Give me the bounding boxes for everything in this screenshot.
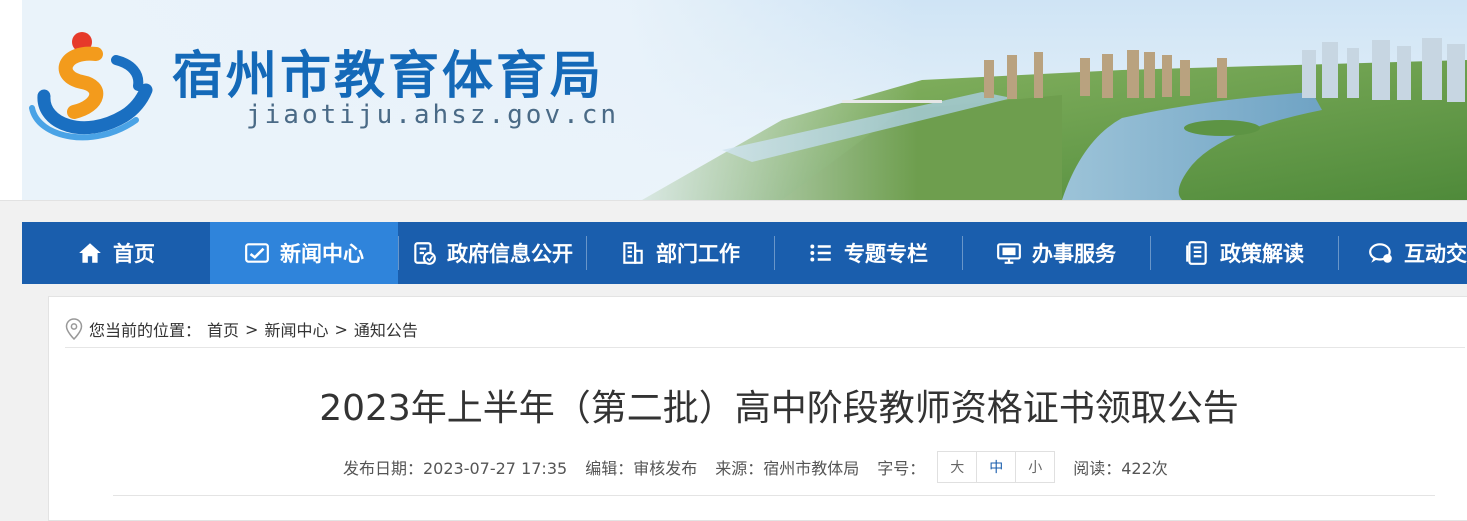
- breadcrumb-separator: >: [245, 319, 259, 339]
- site-title: 宿州市教育体育局: [172, 47, 605, 106]
- chat-icon: [1369, 243, 1392, 263]
- breadcrumb-prefix: 您当前的位置：: [89, 321, 202, 340]
- page-edge: [0, 0, 22, 200]
- nav-item-label: 专题专栏: [844, 242, 928, 266]
- banner-gap: [0, 200, 1467, 222]
- nav-item-label: 新闻中心: [280, 242, 364, 266]
- main-nav: 首页 新闻中心 政府信息公开 部门工作 专题专栏 办事服务 政策解读 互动交: [22, 222, 1467, 284]
- font-size-small[interactable]: 小: [1015, 452, 1054, 482]
- publish-date: 发布日期：2023-07-27 17:35: [343, 459, 568, 478]
- gov-info-icon: [414, 242, 436, 265]
- document-icon: [1186, 241, 1207, 265]
- monitor-icon: [997, 243, 1021, 264]
- article-panel: 您当前的位置： 首页 > 新闻中心 > 通知公告 2023年上半年（第二批）高中…: [48, 296, 1467, 521]
- breadcrumb-separator: >: [334, 319, 348, 339]
- breadcrumb-notices[interactable]: 通知公告: [354, 317, 418, 341]
- bureau-logo: [29, 32, 153, 141]
- nav-item-department[interactable]: 部门工作: [586, 222, 774, 284]
- font-size-switcher: 大 中 小: [937, 451, 1056, 483]
- breadcrumb-home[interactable]: 首页: [207, 317, 239, 341]
- font-size-large[interactable]: 大: [938, 452, 976, 482]
- nav-item-label: 互动交: [1404, 242, 1467, 266]
- nav-item-label: 办事服务: [1032, 242, 1116, 266]
- nav-item-home[interactable]: 首页: [22, 222, 210, 284]
- nav-item-services[interactable]: 办事服务: [962, 222, 1150, 284]
- news-icon: [245, 243, 269, 263]
- font-size-medium[interactable]: 中: [976, 452, 1015, 482]
- read-count: 阅读：422次: [1073, 459, 1168, 478]
- divider: [113, 495, 1435, 496]
- location-pin-icon: [65, 318, 83, 340]
- nav-item-policy[interactable]: 政策解读: [1150, 222, 1338, 284]
- source: 来源：宿州市教体局: [715, 459, 860, 478]
- breadcrumb-news[interactable]: 新闻中心: [264, 317, 328, 341]
- nav-item-label: 首页: [113, 242, 155, 266]
- nav-item-news[interactable]: 新闻中心: [210, 222, 398, 284]
- nav-item-label: 政策解读: [1220, 242, 1304, 266]
- nav-item-label: 部门工作: [656, 242, 740, 266]
- home-icon: [79, 243, 101, 263]
- list-icon: [810, 244, 831, 262]
- editor: 编辑：审核发布: [585, 459, 698, 478]
- nav-item-gov-info[interactable]: 政府信息公开: [398, 222, 586, 284]
- nav-item-interaction[interactable]: 互动交: [1338, 222, 1467, 284]
- article-title: 2023年上半年（第二批）高中阶段教师资格证书领取公告: [319, 388, 1239, 429]
- article-meta: 发布日期：2023-07-27 17:35 编辑：审核发布 来源：宿州市教体局 …: [343, 451, 1186, 483]
- nav-item-label: 政府信息公开: [447, 242, 573, 266]
- site-url: jiaotiju.ahsz.gov.cn: [246, 100, 620, 130]
- building-icon: [623, 242, 643, 264]
- site-banner: 宿州市教育体育局 jiaotiju.ahsz.gov.cn: [22, 0, 1467, 200]
- font-size-label: 字号：: [877, 459, 926, 478]
- nav-item-topics[interactable]: 专题专栏: [774, 222, 962, 284]
- breadcrumb: 您当前的位置： 首页 > 新闻中心 > 通知公告: [65, 311, 1465, 348]
